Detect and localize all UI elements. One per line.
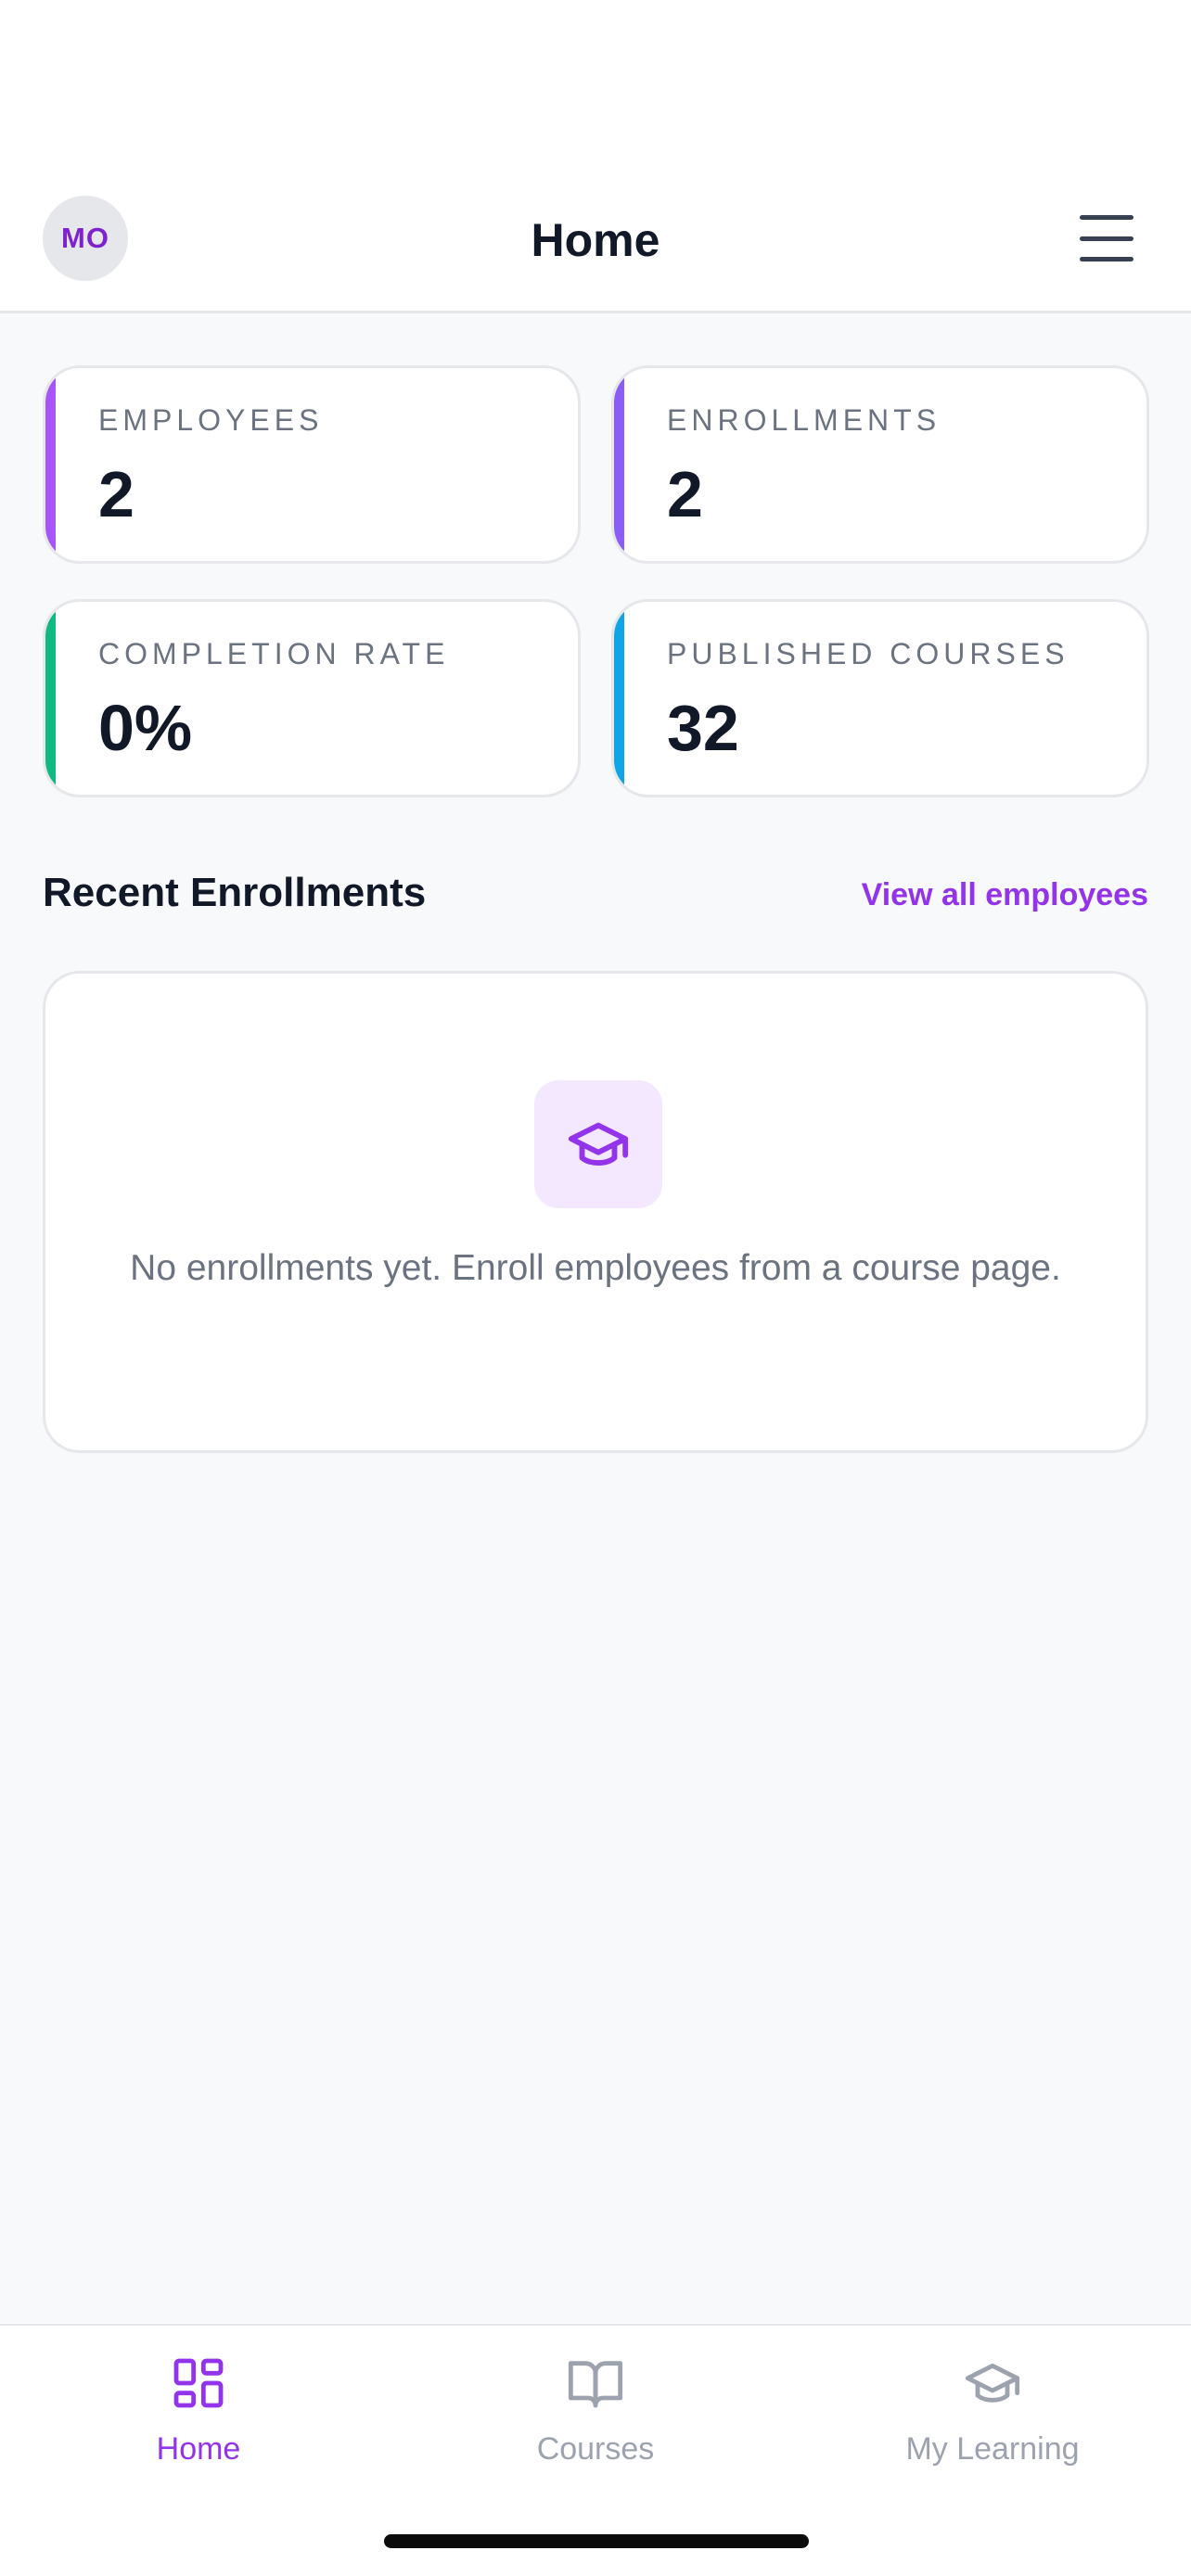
page-title: Home xyxy=(531,214,660,266)
tab-label: Courses xyxy=(536,2431,655,2467)
stat-card-published-courses[interactable]: PUBLISHED COURSES 32 xyxy=(611,599,1149,797)
stat-label: PUBLISHED COURSES xyxy=(667,637,1069,670)
stat-card-completion-rate[interactable]: COMPLETION RATE 0% xyxy=(43,599,581,797)
graduation-cap-icon xyxy=(568,1122,629,1166)
stat-label: EMPLOYEES xyxy=(98,403,324,437)
menu-line xyxy=(1080,215,1133,220)
stat-label: ENROLLMENTS xyxy=(667,403,941,437)
stat-value: 0% xyxy=(98,692,193,764)
stat-accent-bar xyxy=(45,602,56,795)
tab-label: My Learning xyxy=(905,2431,1080,2467)
empty-state-message: No enrollments yet. Enroll employees fro… xyxy=(130,1248,1061,1288)
recent-enrollments-empty-state: No enrollments yet. Enroll employees fro… xyxy=(43,971,1148,1453)
stat-card-enrollments[interactable]: ENROLLMENTS 2 xyxy=(611,365,1149,564)
tab-my-learning[interactable]: My Learning xyxy=(853,2353,1132,2483)
tab-label: Home xyxy=(156,2431,241,2467)
stat-value: 2 xyxy=(98,458,134,530)
avatar[interactable]: MO xyxy=(43,196,128,281)
tab-home[interactable]: Home xyxy=(59,2353,338,2483)
graduation-cap-icon xyxy=(965,2363,1020,2403)
tab-courses[interactable]: Courses xyxy=(456,2353,735,2483)
hamburger-menu-icon[interactable] xyxy=(1076,210,1137,267)
empty-state-icon-container xyxy=(534,1080,662,1208)
home-indicator[interactable] xyxy=(384,2534,809,2548)
stat-value: 2 xyxy=(667,458,703,530)
menu-line xyxy=(1080,257,1133,261)
menu-line xyxy=(1080,236,1133,241)
app-header: MO Home xyxy=(0,167,1191,313)
grid-icon xyxy=(173,2358,224,2408)
stat-card-employees[interactable]: EMPLOYEES 2 xyxy=(43,365,581,564)
section-title: Recent Enrollments xyxy=(43,870,427,915)
book-icon xyxy=(568,2361,623,2408)
stat-label: COMPLETION RATE xyxy=(98,637,450,670)
stat-accent-bar xyxy=(614,368,624,561)
stat-accent-bar xyxy=(45,368,56,561)
stat-accent-bar xyxy=(614,602,624,795)
stat-value: 32 xyxy=(667,692,739,764)
status-bar-area xyxy=(0,0,1191,167)
view-all-employees-link[interactable]: View all employees xyxy=(862,877,1148,913)
